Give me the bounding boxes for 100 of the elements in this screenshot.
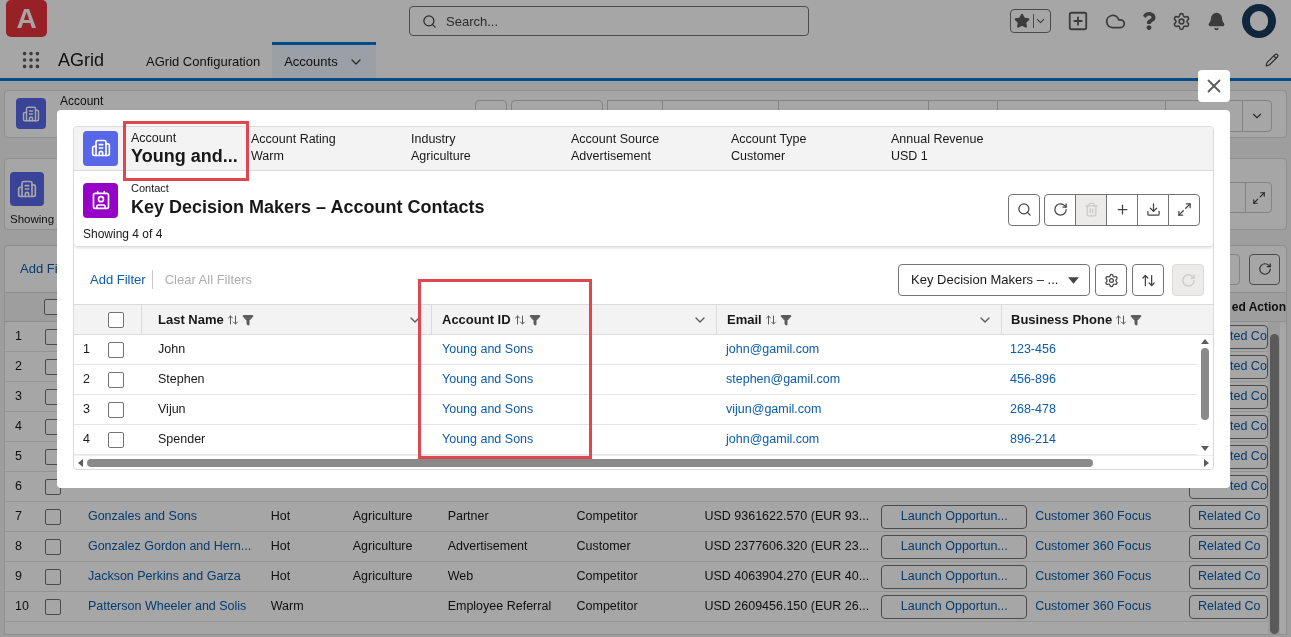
horizontal-scrollbar[interactable]: [74, 455, 1213, 469]
account-icon: [83, 130, 118, 166]
sort-icon: [1115, 313, 1128, 326]
row-number: 1: [14, 328, 23, 346]
scrollbar[interactable]: [1268, 322, 1280, 634]
account-link[interactable]: Young and Sons: [442, 432, 534, 447]
list-view-select[interactable]: Key Decision Makers – ...: [898, 264, 1090, 297]
close-button[interactable]: [1198, 70, 1230, 102]
focus-link[interactable]: Customer 360 Focus: [1035, 599, 1152, 614]
launch-button[interactable]: Launch Opportun...: [881, 504, 1028, 529]
focus-link[interactable]: Customer 360 Focus: [1035, 569, 1152, 584]
search-icon: [1016, 202, 1032, 218]
account-link[interactable]: Patterson Wheeler and Solis: [87, 599, 247, 614]
download-button[interactable]: [1137, 193, 1169, 226]
expand-button[interactable]: [1168, 193, 1200, 226]
table-cell: Web: [447, 569, 474, 584]
launch-button[interactable]: Launch Opportun...: [881, 564, 1028, 589]
related-button[interactable]: Related Co: [1189, 504, 1268, 529]
add-filter-link[interactable]: Add Fi: [20, 259, 58, 279]
table-cell: Spender: [158, 432, 206, 447]
table-cell: Stephen: [158, 372, 205, 387]
account-link[interactable]: Gonzales and Sons: [87, 509, 198, 524]
email-link[interactable]: vijun@gamil.com: [726, 402, 822, 417]
checkbox[interactable]: [108, 311, 124, 328]
checkbox[interactable]: [108, 341, 124, 358]
related-button[interactable]: Related Co: [1189, 564, 1268, 589]
add-filter-link[interactable]: Add Filter: [90, 269, 153, 290]
field-label: Industry: [411, 131, 457, 149]
scroll-down-icon[interactable]: [1201, 446, 1209, 452]
checkbox[interactable]: [44, 538, 61, 555]
column-header[interactable]: Last Name: [141, 305, 431, 335]
scroll-right-icon[interactable]: [1204, 458, 1209, 467]
table-cell: Customer: [576, 539, 631, 554]
avatar[interactable]: [1242, 4, 1276, 38]
checkbox[interactable]: [44, 598, 61, 615]
table-cell: Competitor: [576, 599, 638, 614]
nav-tab[interactable]: AGrid Configuration: [134, 42, 273, 78]
row-number: 2: [82, 371, 91, 389]
table-cell: Agriculture: [352, 569, 413, 584]
record-count: Showing: [10, 212, 55, 227]
row-number: 8: [14, 538, 23, 556]
field-value: Warm: [251, 148, 285, 166]
table-cell: USD 9361622.570 (EUR 93...: [704, 509, 870, 524]
email-link[interactable]: stephen@gamil.com: [726, 372, 841, 387]
favorites-button[interactable]: [1010, 9, 1051, 33]
bell-icon[interactable]: [1207, 11, 1226, 31]
checkbox[interactable]: [44, 478, 61, 495]
scroll-up-icon[interactable]: [1201, 339, 1209, 345]
account-link[interactable]: Young and Sons: [442, 402, 534, 417]
account-link[interactable]: Young and Sons: [442, 342, 534, 357]
expand-button[interactable]: [1245, 182, 1272, 213]
account-link[interactable]: Young and Sons: [442, 372, 534, 387]
field-value: USD 1: [891, 148, 929, 166]
table-cell: Agriculture: [352, 509, 413, 524]
scroll-left-icon[interactable]: [78, 458, 83, 467]
focus-link[interactable]: Customer 360 Focus: [1035, 509, 1152, 524]
filter-icon: [1130, 313, 1143, 326]
nav-tab[interactable]: Accounts: [272, 42, 376, 78]
search-field[interactable]: Search...: [409, 6, 809, 36]
launch-button[interactable]: Launch Opportun...: [881, 594, 1028, 619]
app-launcher-icon[interactable]: [20, 49, 42, 71]
related-button[interactable]: Related Co: [1189, 594, 1268, 619]
table-cell: Hot: [270, 569, 291, 584]
checkbox[interactable]: [44, 508, 61, 525]
column-header[interactable]: ed Action: [1231, 298, 1286, 316]
related-button[interactable]: Related Co: [1189, 534, 1268, 559]
email-link[interactable]: john@gamil.com: [726, 432, 820, 447]
field-label: Account Rating: [251, 131, 337, 149]
table-cell: Advertisement: [447, 539, 528, 554]
email-link[interactable]: john@gamil.com: [726, 342, 820, 357]
account-link[interactable]: Jackson Perkins and Garza: [87, 569, 241, 584]
row-number: 9: [14, 568, 23, 586]
checkbox[interactable]: [108, 401, 124, 418]
add-button[interactable]: [1106, 193, 1138, 226]
column-header[interactable]: Business Phone: [1001, 305, 1213, 335]
column-header[interactable]: Email: [716, 305, 1001, 335]
launch-button[interactable]: Launch Opportun...: [881, 534, 1028, 559]
phone-link[interactable]: 896-214: [1010, 432, 1056, 447]
sort-icon: [513, 313, 526, 326]
search-button[interactable]: [1008, 193, 1040, 226]
table-cell: John: [158, 342, 186, 357]
table-cell: Agriculture: [352, 539, 413, 554]
column-header[interactable]: Account ID: [431, 305, 716, 335]
settings-button[interactable]: [1095, 264, 1127, 297]
account-link[interactable]: Gonzalez Gordon and Hern...: [87, 539, 252, 554]
phone-link[interactable]: 456-896: [1010, 372, 1056, 387]
checkbox[interactable]: [108, 431, 124, 448]
help-icon[interactable]: [1142, 12, 1156, 30]
phone-link[interactable]: 123-456: [1010, 342, 1056, 357]
checkbox[interactable]: [44, 568, 61, 585]
sort-button[interactable]: [1132, 264, 1164, 297]
settings-icon[interactable]: [1172, 11, 1191, 31]
refresh-button[interactable]: [1249, 253, 1280, 285]
focus-link[interactable]: Customer 360 Focus: [1035, 539, 1152, 554]
table-cell: Vijun: [158, 402, 186, 417]
phone-link[interactable]: 268-478: [1010, 402, 1056, 417]
refresh-button[interactable]: [1044, 193, 1076, 226]
plus-icon[interactable]: [1067, 10, 1089, 32]
edit-icon[interactable]: [1265, 53, 1279, 67]
checkbox[interactable]: [108, 371, 124, 388]
